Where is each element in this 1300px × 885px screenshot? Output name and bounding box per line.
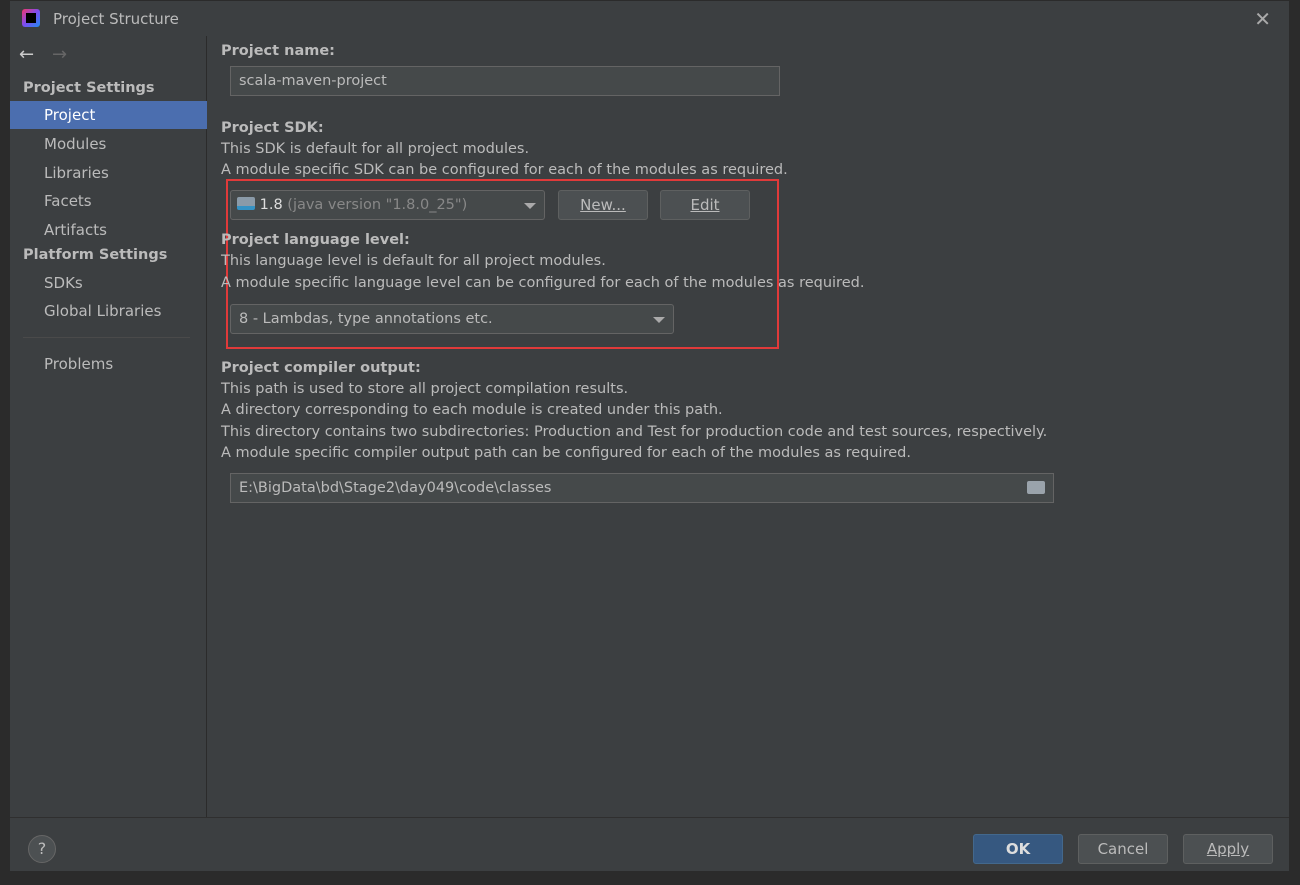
sidebar-item-libraries[interactable]: Libraries — [10, 159, 207, 187]
compiler-output-path-input[interactable]: E:\BigData\bd\Stage2\day049\code\classes — [230, 473, 1054, 503]
compiler-output-label: Project compiler output: — [221, 360, 421, 376]
sdk-description-2: A module specific SDK can be configured … — [221, 162, 788, 178]
sidebar-item-global-libraries[interactable]: Global Libraries — [10, 297, 207, 325]
language-level-label: Project language level: — [221, 232, 410, 248]
sdk-detail: (java version "1.8.0_25") — [287, 197, 468, 213]
sdk-folder-icon — [237, 197, 255, 210]
compiler-output-description-1: This path is used to store all project c… — [221, 381, 629, 397]
sidebar-item-sdks[interactable]: SDKs — [10, 269, 207, 297]
project-structure-dialog: Project Structure ✕ ← → Project Settings… — [9, 0, 1290, 872]
sdk-description: This SDK is default for all project modu… — [221, 141, 530, 157]
platform-settings-header: Platform Settings — [23, 247, 168, 263]
compiler-output-description-4: A module specific compiler output path c… — [221, 445, 911, 461]
language-level-description: This language level is default for all p… — [221, 253, 606, 269]
browse-folder-icon[interactable] — [1027, 481, 1045, 494]
cancel-button[interactable]: Cancel — [1078, 834, 1168, 864]
title-bar: Project Structure ✕ — [10, 1, 1289, 36]
sidebar-divider — [23, 337, 190, 338]
apply-button-label: Apply — [1206, 840, 1250, 858]
help-button[interactable]: ? — [28, 835, 56, 863]
compiler-output-description-2: A directory corresponding to each module… — [221, 402, 723, 418]
forward-arrow-icon[interactable]: → — [52, 44, 67, 65]
compiler-output-description-3: This directory contains two subdirectori… — [221, 424, 1048, 440]
edit-sdk-button[interactable]: Edit — [660, 190, 750, 220]
edit-button-label: Edit — [690, 196, 720, 214]
project-sdk-label: Project SDK: — [221, 120, 324, 136]
compiler-output-path: E:\BigData\bd\Stage2\day049\code\classes — [239, 480, 552, 496]
project-name-input[interactable]: scala-maven-project — [230, 66, 780, 96]
sidebar: ← → Project Settings Project Modules Lib… — [10, 36, 207, 817]
sidebar-item-modules[interactable]: Modules — [10, 130, 207, 158]
new-sdk-button[interactable]: New... — [558, 190, 648, 220]
sidebar-item-artifacts[interactable]: Artifacts — [10, 216, 207, 244]
sdk-dropdown[interactable]: 1.8 (java version "1.8.0_25") — [230, 190, 545, 220]
dialog-footer: ? OK Cancel Apply — [10, 817, 1289, 872]
chevron-down-icon — [524, 203, 536, 209]
new-button-label: New... — [580, 196, 626, 214]
language-level-dropdown[interactable]: 8 - Lambdas, type annotations etc. — [230, 304, 674, 334]
close-icon[interactable]: ✕ — [1254, 7, 1271, 31]
sdk-version: 1.8 — [259, 197, 283, 213]
intellij-logo-icon — [22, 9, 40, 27]
back-arrow-icon[interactable]: ← — [19, 44, 34, 65]
chevron-down-icon — [653, 317, 665, 323]
sidebar-item-problems[interactable]: Problems — [10, 350, 207, 378]
sidebar-item-project[interactable]: Project — [10, 101, 207, 129]
project-settings-header: Project Settings — [23, 80, 155, 96]
language-level-description-2: A module specific language level can be … — [221, 275, 865, 291]
project-name-label: Project name: — [221, 43, 335, 59]
ok-button[interactable]: OK — [973, 834, 1063, 864]
apply-button[interactable]: Apply — [1183, 834, 1273, 864]
language-level-value: 8 - Lambdas, type annotations etc. — [239, 311, 493, 327]
sidebar-item-facets[interactable]: Facets — [10, 187, 207, 215]
window-title: Project Structure — [53, 10, 179, 28]
